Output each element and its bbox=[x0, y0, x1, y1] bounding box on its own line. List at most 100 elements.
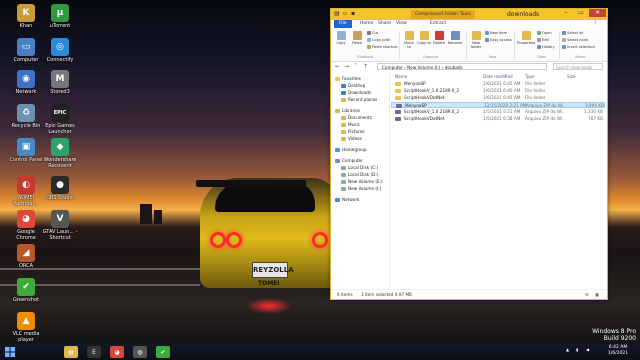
nav-item[interactable]: Favorites bbox=[335, 76, 361, 81]
taskbar-app[interactable]: E bbox=[87, 346, 101, 358]
volume-icon[interactable]: ◀ bbox=[586, 347, 589, 352]
forward-icon[interactable]: → bbox=[344, 63, 349, 70]
move-to-button[interactable]: Move to bbox=[402, 31, 416, 49]
desktop-icon[interactable]: ● OBS Studio bbox=[42, 176, 78, 201]
desktop-icon[interactable]: ▲ VLC media player bbox=[8, 312, 44, 343]
file-row[interactable]: MenyooSP 1/6/2021 6:45 AM File folder bbox=[391, 81, 605, 87]
nav-item[interactable]: Music bbox=[341, 122, 360, 127]
nav-item[interactable]: New Volume (E:) bbox=[341, 179, 383, 184]
select-all-button[interactable]: Select all bbox=[562, 31, 583, 35]
desktop-icon[interactable]: ◕ Google Chrome bbox=[8, 210, 44, 241]
new-item-button[interactable]: New item bbox=[485, 31, 507, 35]
taskbar-app[interactable]: ◍ bbox=[133, 346, 147, 358]
paste-button[interactable]: Paste bbox=[350, 31, 364, 45]
file-row[interactable]: ScriptHookVDotNet 1/6/2021 6:45 AM File fo… bbox=[391, 95, 605, 101]
desktop-icon[interactable]: ✔ Greenshot bbox=[8, 278, 44, 303]
delete-button[interactable]: Delete bbox=[432, 31, 446, 45]
column-date[interactable]: Date modified bbox=[483, 74, 513, 79]
nav-item[interactable]: Local Disk (C:) bbox=[341, 165, 378, 170]
tab-file[interactable]: File bbox=[334, 20, 352, 28]
group-open: Open bbox=[537, 55, 547, 59]
history-button[interactable]: History bbox=[537, 45, 555, 49]
app-icon: ▭ bbox=[17, 38, 35, 56]
new-folder-button[interactable]: New folder bbox=[469, 31, 483, 49]
column-size[interactable]: Size bbox=[567, 74, 576, 79]
nav-item[interactable]: Desktop bbox=[341, 83, 365, 88]
zip-file-icon bbox=[396, 104, 402, 108]
start-button[interactable] bbox=[2, 346, 18, 358]
taskbar-app[interactable]: ✔ bbox=[156, 346, 170, 358]
desktop-icon[interactable]: ◆ Wondershare Recoverit bbox=[42, 138, 78, 169]
desktop-icon[interactable]: µ uTorrent bbox=[42, 4, 78, 29]
copy-button[interactable]: Copy bbox=[334, 31, 348, 45]
up-icon[interactable]: ↑ bbox=[363, 63, 368, 70]
open-button[interactable]: Open bbox=[537, 31, 552, 35]
desktop-icon-label: Google Chrome bbox=[16, 229, 36, 241]
nav-item[interactable]: Libraries bbox=[335, 108, 360, 113]
nav-item[interactable]: Documents bbox=[341, 115, 372, 120]
file-row[interactable]: ScriptHookVDotNet 1/5/2021 6:38 AM Arquivo… bbox=[391, 116, 605, 122]
desktop-icon[interactable]: ◐ AOMEI Partition... bbox=[8, 176, 44, 207]
properties-icon[interactable]: ▫ bbox=[343, 11, 349, 17]
close-button[interactable]: ✕ bbox=[589, 9, 606, 17]
new-folder-icon[interactable]: ▪ bbox=[351, 11, 357, 17]
desktop-icon[interactable]: ▣ Control Panel bbox=[8, 138, 44, 163]
minimize-button[interactable]: – bbox=[559, 9, 573, 17]
copy-path-button[interactable]: Copy path bbox=[367, 38, 390, 42]
desktop-icon[interactable]: ♻ Recycle Bin bbox=[8, 104, 44, 129]
nav-item[interactable]: Local Disk (D:) bbox=[341, 172, 378, 177]
taskbar-app-icon: ✔ bbox=[160, 348, 166, 356]
large-icons-view-icon[interactable]: ▦ bbox=[595, 292, 599, 298]
back-icon[interactable]: ← bbox=[335, 63, 340, 70]
desktop-icon[interactable]: EPIC Epic Games Launcher bbox=[42, 104, 78, 135]
invert-selection-button[interactable]: Invert selection bbox=[562, 45, 595, 49]
help-icon[interactable]: ? bbox=[589, 20, 601, 28]
select-none-button[interactable]: Select none bbox=[562, 38, 588, 42]
clock[interactable]: 6:42 AM 1/6/2021 bbox=[602, 345, 634, 357]
maximize-button[interactable]: ▭ bbox=[574, 9, 588, 17]
nav-item[interactable]: Network bbox=[335, 197, 359, 202]
nav-item[interactable]: Computer bbox=[335, 158, 363, 163]
title-bar[interactable]: ▤ ▫ ▪ Compressed Folder Tools downloads … bbox=[331, 9, 607, 20]
rename-button[interactable]: Rename bbox=[447, 31, 463, 45]
recent-locations-icon[interactable]: ˅ bbox=[354, 63, 357, 70]
desktop-icon[interactable]: ▭ Computer bbox=[8, 38, 44, 63]
search-input[interactable]: Search downloads bbox=[553, 63, 603, 70]
paste-shortcut-button[interactable]: Paste shortcut bbox=[367, 45, 398, 49]
tail-light bbox=[226, 232, 242, 248]
tab-extract[interactable]: Extract bbox=[425, 20, 451, 28]
copy-to-button[interactable]: Copy to bbox=[417, 31, 431, 45]
edit-button[interactable]: Edit bbox=[537, 38, 549, 42]
nav-item[interactable]: Recent places bbox=[341, 97, 377, 102]
file-row[interactable]: ScriptHookV_1.0.2189.0_2 1/6/2021 6:40 AM… bbox=[391, 88, 605, 94]
properties-button[interactable]: Properties bbox=[517, 31, 535, 45]
app-icon: ◐ bbox=[17, 176, 35, 194]
file-row[interactable]: MenyooSP 12/15/2020 2:21 PM Arquivo ZIP do… bbox=[391, 102, 605, 108]
file-row[interactable]: ScriptHookV_1.0.2189.0_2 1/5/2021 5:21 AM… bbox=[391, 109, 605, 115]
desktop-icon[interactable]: ◎ Connectify bbox=[42, 38, 78, 63]
desktop-icon[interactable]: ◢ ORCA bbox=[8, 244, 44, 269]
easy-access-button[interactable]: Easy access bbox=[485, 38, 512, 42]
nav-item[interactable]: Homegroup bbox=[335, 147, 367, 152]
nav-item[interactable]: New Volume (I:) bbox=[341, 186, 381, 191]
file-date: 1/5/2021 6:38 AM bbox=[483, 116, 521, 121]
folder-icon bbox=[395, 82, 401, 86]
nav-item[interactable]: Downloads bbox=[341, 90, 371, 95]
network-icon[interactable]: ▮ bbox=[576, 347, 578, 352]
desktop-icon[interactable]: V GTAV Laun... - Shortcut bbox=[42, 210, 78, 241]
tray-arrow-icon[interactable]: ▲ bbox=[566, 347, 569, 352]
address-bar[interactable]: Computer › New Volume (I:) › doubads bbox=[377, 63, 547, 70]
taskbar-app[interactable]: ◕ bbox=[110, 346, 124, 358]
desktop-icon-label: Connectify bbox=[46, 57, 74, 63]
column-type[interactable]: Type bbox=[525, 74, 535, 79]
nav-item[interactable]: Pictures bbox=[341, 129, 365, 134]
details-view-icon[interactable]: ☷ bbox=[585, 292, 589, 298]
desktop-icon[interactable]: K Khan bbox=[8, 4, 44, 29]
tab-view[interactable]: View bbox=[391, 20, 412, 28]
desktop-icon[interactable]: M Stored3 bbox=[42, 70, 78, 95]
taskbar-app[interactable]: ▤ bbox=[64, 346, 78, 358]
column-name[interactable]: Name bbox=[395, 74, 407, 79]
desktop-icon[interactable]: ◉ Network bbox=[8, 70, 44, 95]
nav-item[interactable]: Videos bbox=[341, 136, 362, 141]
cut-button[interactable]: Cut bbox=[367, 31, 378, 35]
